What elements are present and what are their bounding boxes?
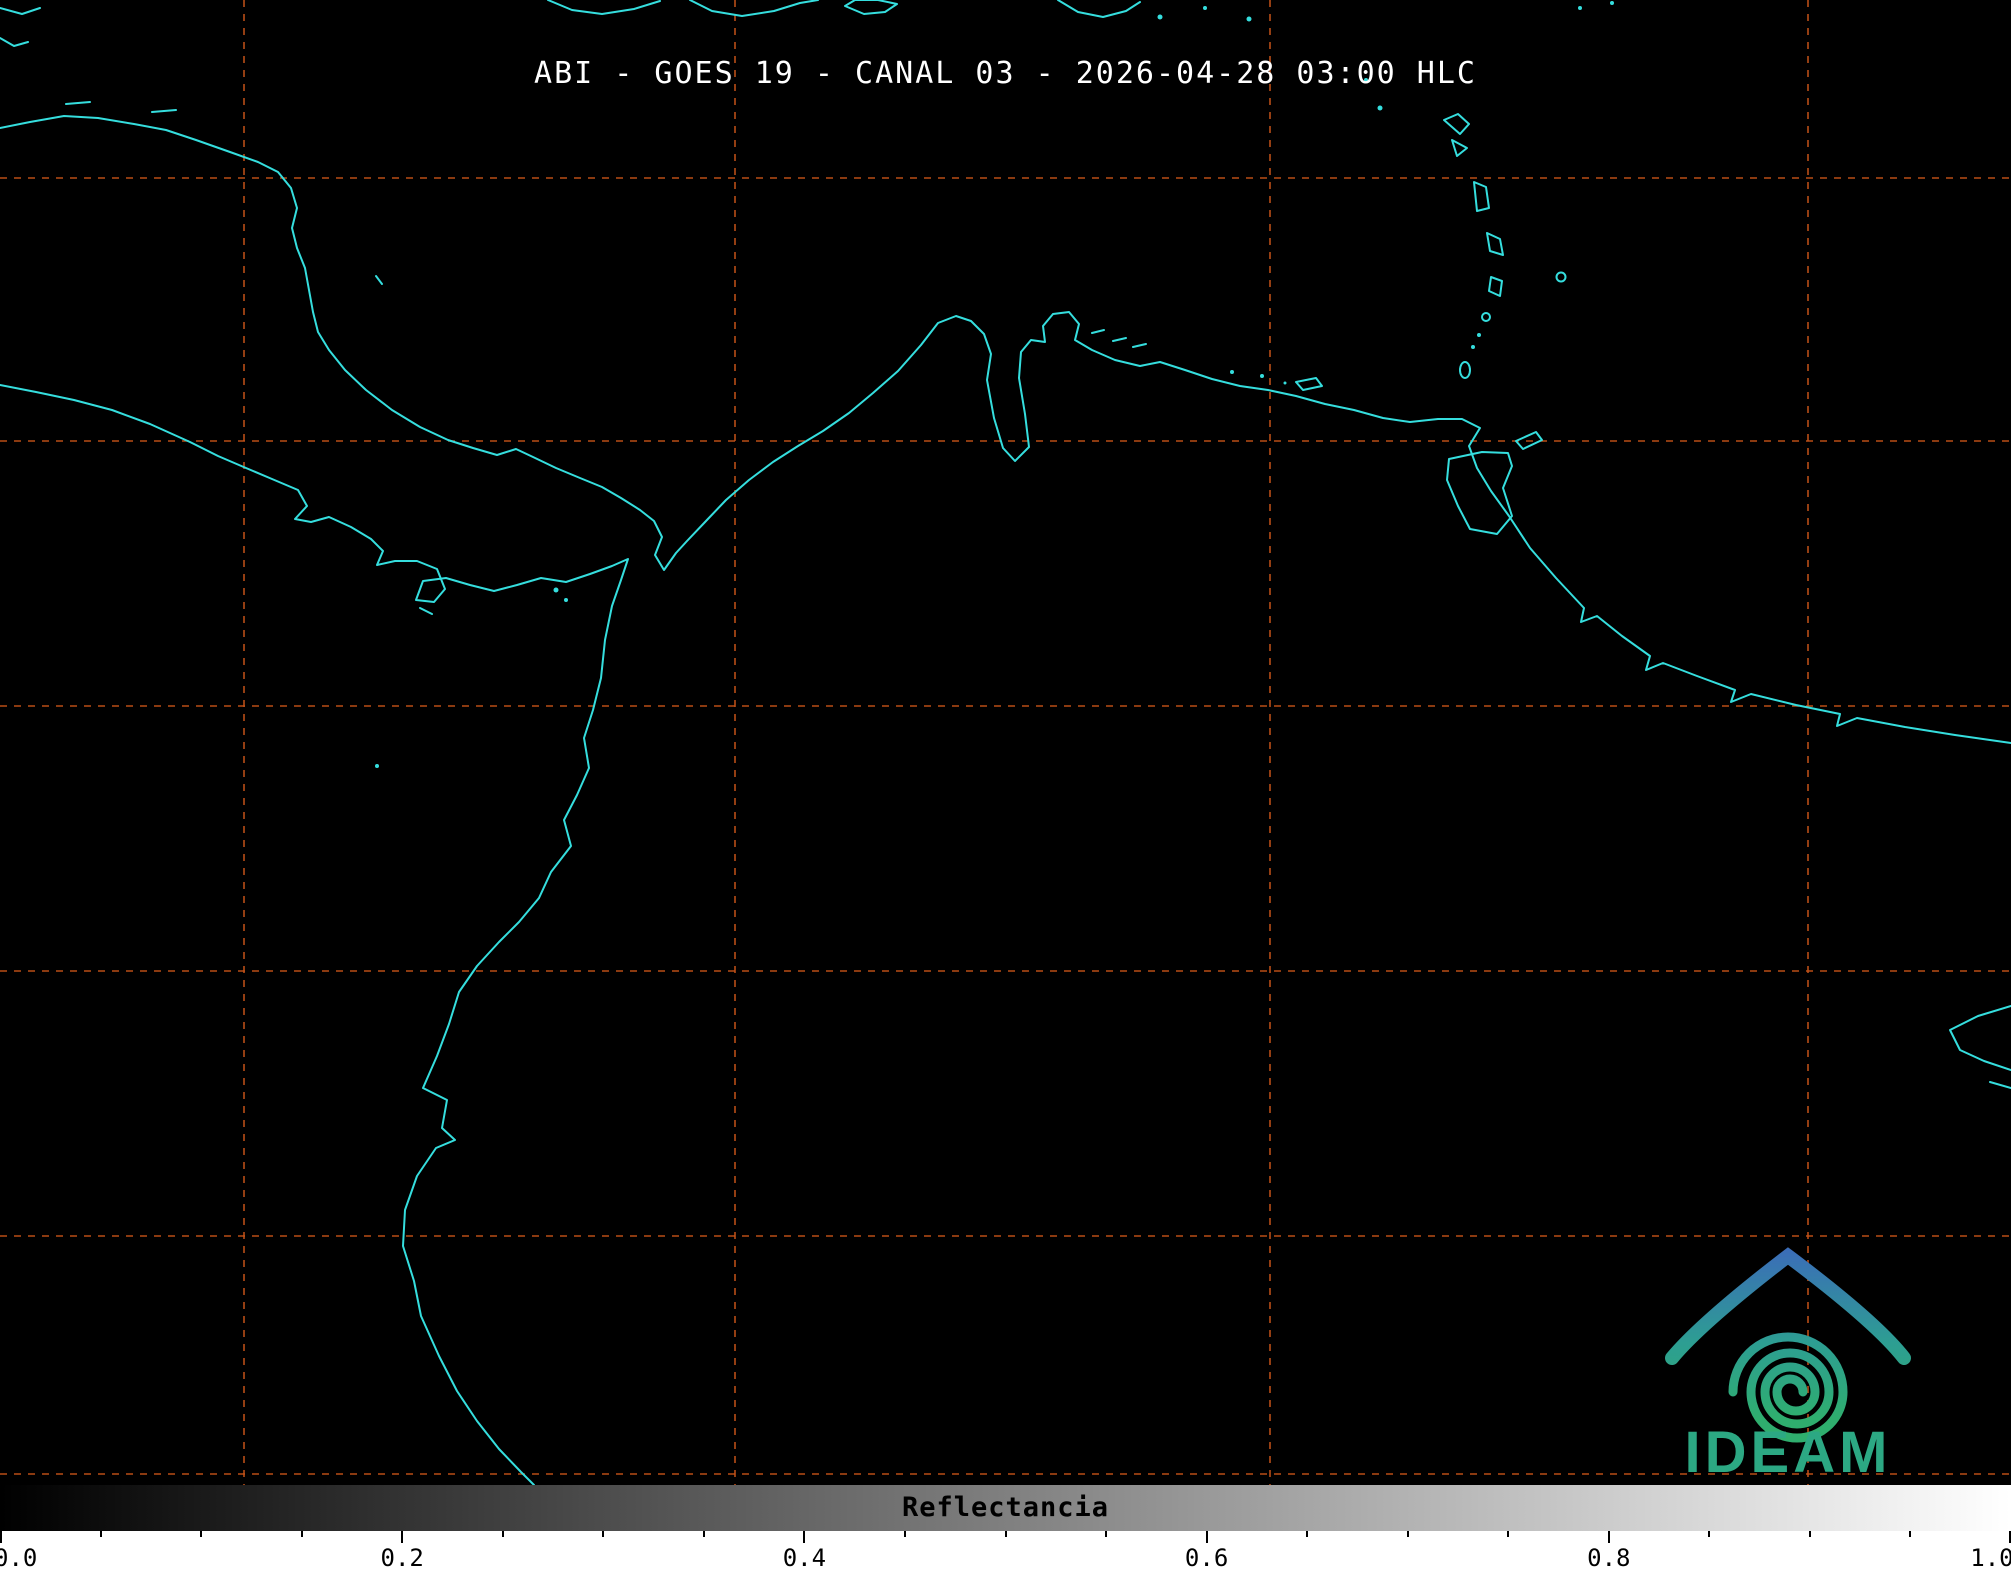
island-dot: [1610, 1, 1614, 5]
colorbar-tick: [401, 1531, 404, 1543]
coastlines: [0, 0, 2011, 1485]
colorbar-tick-label: 0.8: [1587, 1544, 1631, 1572]
island-san-andres: [375, 275, 383, 285]
coastline-caribbean-mainland: [0, 115, 2011, 744]
colorbar-tick: [1205, 1531, 1208, 1543]
coastline-fragment-top-left-corner: [0, 7, 41, 15]
island-dot: [1246, 16, 1252, 22]
island-dot: [1157, 14, 1163, 20]
abc-islands: [1091, 329, 1323, 391]
colorbar-tick-label: 0.6: [1184, 1544, 1229, 1572]
colorbar-tick-label: 0.2: [380, 1544, 424, 1572]
colorbar-label: Reflectancia: [901, 1492, 1110, 1523]
colorbar-tick: [702, 1531, 705, 1537]
pacific-islands: [375, 587, 568, 768]
island-dot: [1203, 6, 1207, 10]
colorbar: Reflectancia: [0, 1485, 2011, 1531]
colorbar-tick: [1004, 1531, 1007, 1537]
colorbar-tick: [1708, 1531, 1711, 1537]
colorbar-tick: [1306, 1531, 1309, 1537]
colorbar-tick: [1808, 1531, 1811, 1537]
coastline-fragment-jamaica: [547, 0, 661, 15]
colorbar-tick: [1607, 1531, 1610, 1543]
satellite-image-viewer: { "header": { "title": "ABI - GOES 19 - …: [0, 0, 2011, 1577]
graticule: [0, 0, 2011, 1485]
colorbar-tick-label: 0.4: [782, 1544, 827, 1572]
colorbar-tick: [903, 1531, 906, 1537]
colorbar-tick: [200, 1531, 203, 1537]
image-title: ABI - GOES 19 - CANAL 03 - 2026-04-28 03…: [534, 56, 1477, 91]
colorbar-tick-label: 1.0: [1970, 1544, 2011, 1572]
coastline-fragment-amazon: [1949, 1005, 2011, 1071]
ideam-mountain-icon: [1665, 1247, 1911, 1365]
lesser-antilles: [1364, 78, 1567, 379]
colorbar-tick: [1909, 1531, 1912, 1537]
coastline-fragment-top-left: [0, 37, 29, 47]
colorbar-tick: [0, 1531, 2, 1543]
island-trinidad: [1446, 451, 1513, 535]
colorbar-tick-label: 0.0: [0, 1544, 38, 1572]
island-hispaniola-east: [844, 0, 898, 15]
coastline-pacific-mainland: [0, 384, 629, 1485]
island-dot: [1578, 6, 1582, 10]
colorbar-tick: [300, 1531, 303, 1537]
colorbar-tick: [1507, 1531, 1510, 1537]
colorbar-tick: [501, 1531, 504, 1537]
colorbar-tick: [99, 1531, 102, 1537]
colorbar-tick: [1406, 1531, 1409, 1537]
colorbar-tick: [602, 1531, 605, 1537]
colorbar-tick: [803, 1531, 806, 1543]
coastline-fragment-hispaniola: [689, 0, 819, 17]
colorbar-tick: [1105, 1531, 1108, 1537]
colorbar-ticks: 0.0 0.2 0.4 0.6 0.8 1.0: [0, 1531, 2011, 1577]
ideam-logo: IDEAM: [1665, 1247, 1911, 1485]
coastline-fragment-right-edge: [1989, 1081, 2011, 1089]
satellite-map: IDEAM: [0, 0, 2011, 1485]
ideam-wordmark: IDEAM: [1685, 1420, 1892, 1485]
coastline-fragment-puerto-rico: [1057, 0, 1141, 18]
island-bay-islands: [65, 101, 177, 113]
